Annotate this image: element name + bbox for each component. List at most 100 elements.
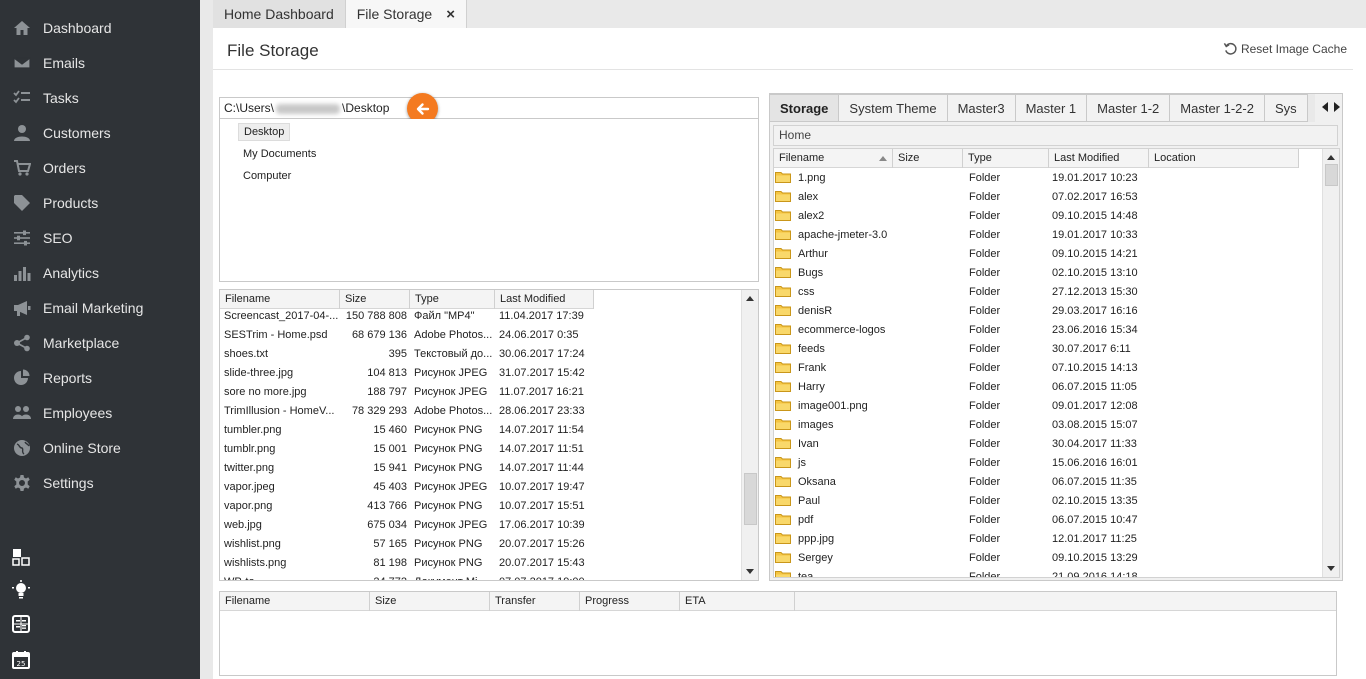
- sidebar-item-products[interactable]: Products: [0, 185, 200, 220]
- path-input[interactable]: C:\Users\ \Desktop: [219, 97, 759, 119]
- tab-home-dashboard[interactable]: Home Dashboard: [213, 0, 346, 28]
- file-name: tumbler.png: [224, 424, 282, 436]
- scroll-thumb[interactable]: [1325, 164, 1338, 186]
- table-row[interactable]: Screencast_2017-04-... 150 788 808 Файл "M…: [220, 307, 594, 326]
- table-row[interactable]: twitter.png 15 941 Рисунок PNG 14.07.2017 1…: [220, 459, 594, 478]
- storage-tab-scroller[interactable]: [1322, 102, 1340, 112]
- sidebar-item-reports[interactable]: Reports: [0, 360, 200, 395]
- storage-list-scrollbar[interactable]: [1322, 149, 1339, 577]
- column-header-type[interactable]: Type: [410, 290, 495, 309]
- table-row[interactable]: WP-to...24 772Документ Mi...07.07.2017 1…: [220, 573, 594, 580]
- table-row[interactable]: wishlist.png 57 165 Рисунок PNG 20.07.2017 …: [220, 535, 594, 554]
- table-row[interactable]: alex Folder 07.02.2017 16:53: [774, 188, 1158, 207]
- storage-breadcrumb[interactable]: Home: [773, 125, 1338, 146]
- column-header-last-modified[interactable]: Last Modified: [1049, 149, 1149, 168]
- table-row[interactable]: tea Folder 21.09.2016 14:18: [774, 568, 1158, 577]
- scroll-down-icon[interactable]: [1327, 566, 1335, 571]
- storage-tab-master-1-2-2[interactable]: Master 1-2-2: [1170, 94, 1265, 122]
- table-row[interactable]: TrimIllusion - HomeV... 78 329 293 Adobe P…: [220, 402, 594, 421]
- folder-icon: [775, 551, 791, 563]
- table-row[interactable]: Ivan Folder 30.04.2017 11:33: [774, 435, 1158, 454]
- table-row[interactable]: wishlists.png 81 198 Рисунок PNG 20.07.2017…: [220, 554, 594, 573]
- column-header-eta[interactable]: ETA: [680, 592, 795, 611]
- table-row[interactable]: Paul Folder 02.10.2015 13:35: [774, 492, 1158, 511]
- table-row[interactable]: Oksana Folder 06.07.2015 11:35: [774, 473, 1158, 492]
- reset-image-cache-button[interactable]: Reset Image Cache: [1223, 41, 1347, 56]
- folder-name: Frank: [798, 362, 827, 374]
- tree-item-computer[interactable]: Computer: [238, 167, 296, 185]
- storage-tab-master-1-2[interactable]: Master 1-2: [1087, 94, 1171, 122]
- scroll-down-icon[interactable]: [746, 569, 754, 574]
- scroll-thumb[interactable]: [744, 473, 757, 525]
- sidebar-item-analytics[interactable]: Analytics: [0, 255, 200, 290]
- table-row[interactable]: 1.png Folder 19.01.2017 10:23: [774, 169, 1158, 188]
- table-row[interactable]: tumbler.png 15 460 Рисунок PNG 14.07.2017 1…: [220, 421, 594, 440]
- sidebar-item-employees[interactable]: Employees: [0, 395, 200, 430]
- column-header-location[interactable]: Location: [1149, 149, 1299, 168]
- sidebar-item-marketplace[interactable]: Marketplace: [0, 325, 200, 360]
- column-header-type[interactable]: Type: [963, 149, 1049, 168]
- lightbulb-icon[interactable]: [11, 580, 31, 600]
- sidebar-item-email-marketing[interactable]: Email Marketing: [0, 290, 200, 325]
- sidebar-item-emails[interactable]: Emails: [0, 45, 200, 80]
- table-row[interactable]: web.jpg 675 034 Рисунок JPEG 17.06.2017 10:…: [220, 516, 594, 535]
- table-row[interactable]: Sergey Folder 09.10.2015 13:29: [774, 549, 1158, 568]
- table-row[interactable]: images Folder 03.08.2015 15:07: [774, 416, 1158, 435]
- column-header-size[interactable]: Size: [370, 592, 490, 611]
- table-row[interactable]: tumblr.png 15 001 Рисунок PNG 14.07.2017 11…: [220, 440, 594, 459]
- table-row[interactable]: Bugs Folder 02.10.2015 13:10: [774, 264, 1158, 283]
- tab-scroll-right-icon[interactable]: [1334, 102, 1340, 112]
- storage-tab-sys[interactable]: Sys: [1264, 94, 1308, 122]
- sidebar-item-dashboard[interactable]: Dashboard: [0, 10, 200, 45]
- column-header-size[interactable]: Size: [893, 149, 963, 168]
- table-row[interactable]: vapor.png 413 766 Рисунок PNG 10.07.2017 15…: [220, 497, 594, 516]
- sidebar-item-tasks[interactable]: Tasks: [0, 80, 200, 115]
- tab-file-storage[interactable]: File Storage ×: [345, 0, 467, 28]
- table-row[interactable]: sore no more.jpg 188 797 Рисунок JPEG 11.07…: [220, 383, 594, 402]
- storage-tab-system-theme[interactable]: System Theme: [839, 94, 948, 122]
- column-header-filename[interactable]: Filename: [220, 290, 340, 309]
- table-row[interactable]: feeds Folder 30.07.2017 6:11: [774, 340, 1158, 359]
- table-row[interactable]: SESTrim - Home.psd 68 679 136 Adobe Photos…: [220, 326, 594, 345]
- table-row[interactable]: ecommerce-logos Folder 23.06.2016 15:34: [774, 321, 1158, 340]
- column-header-filename[interactable]: Filename: [220, 592, 370, 611]
- sidebar-item-online-store[interactable]: Online Store: [0, 430, 200, 465]
- table-row[interactable]: image001.png Folder 09.01.2017 12:08: [774, 397, 1158, 416]
- calculator-icon[interactable]: [11, 614, 31, 634]
- table-row[interactable]: Harry Folder 06.07.2015 11:05: [774, 378, 1158, 397]
- column-header-filename[interactable]: Filename: [774, 149, 893, 168]
- tree-item-desktop[interactable]: Desktop: [238, 123, 291, 141]
- windows-icon[interactable]: [11, 547, 31, 567]
- table-row[interactable]: alex2 Folder 09.10.2015 14:48: [774, 207, 1158, 226]
- table-row[interactable]: Arthur Folder 09.10.2015 14:21: [774, 245, 1158, 264]
- close-icon[interactable]: ×: [446, 6, 455, 23]
- scroll-up-icon[interactable]: [1327, 155, 1335, 160]
- calendar-icon[interactable]: 25: [11, 650, 31, 670]
- table-row[interactable]: denisR Folder 29.03.2017 16:16: [774, 302, 1158, 321]
- storage-tab-storage[interactable]: Storage: [770, 94, 840, 122]
- tree-item-my-documents[interactable]: My Documents: [238, 145, 321, 163]
- column-header-transfer[interactable]: Transfer: [490, 592, 580, 611]
- scroll-up-icon[interactable]: [746, 296, 754, 301]
- table-row[interactable]: apache-jmeter-3.0 Folder 19.01.2017 10:33: [774, 226, 1158, 245]
- table-row[interactable]: ppp.jpg Folder 12.01.2017 11:25: [774, 530, 1158, 549]
- sidebar-item-seo[interactable]: SEO: [0, 220, 200, 255]
- local-list-scrollbar[interactable]: [741, 290, 758, 580]
- storage-tab-master3[interactable]: Master3: [947, 94, 1016, 122]
- sidebar-item-customers[interactable]: Customers: [0, 115, 200, 150]
- sidebar-item-settings[interactable]: Settings: [0, 465, 200, 500]
- table-row[interactable]: shoes.txt 395 Текстовый до... 30.06.2017 17…: [220, 345, 594, 364]
- table-row[interactable]: pdf Folder 06.07.2015 10:47: [774, 511, 1158, 530]
- table-row[interactable]: vapor.jpeg 45 403 Рисунок JPEG 10.07.2017 1…: [220, 478, 594, 497]
- folder-name-cell: ecommerce-logos: [774, 321, 964, 340]
- tab-scroll-left-icon[interactable]: [1322, 102, 1328, 112]
- column-header-last-modified[interactable]: Last Modified: [495, 290, 594, 309]
- column-header-size[interactable]: Size: [340, 290, 410, 309]
- table-row[interactable]: Frank Folder 07.10.2015 14:13: [774, 359, 1158, 378]
- storage-tab-master-1[interactable]: Master 1: [1015, 94, 1088, 122]
- table-row[interactable]: slide-three.jpg 104 813 Рисунок JPEG 31.07.…: [220, 364, 594, 383]
- column-header-progress[interactable]: Progress: [580, 592, 680, 611]
- sidebar-item-orders[interactable]: Orders: [0, 150, 200, 185]
- table-row[interactable]: js Folder 15.06.2016 16:01: [774, 454, 1158, 473]
- table-row[interactable]: css Folder 27.12.2013 15:30: [774, 283, 1158, 302]
